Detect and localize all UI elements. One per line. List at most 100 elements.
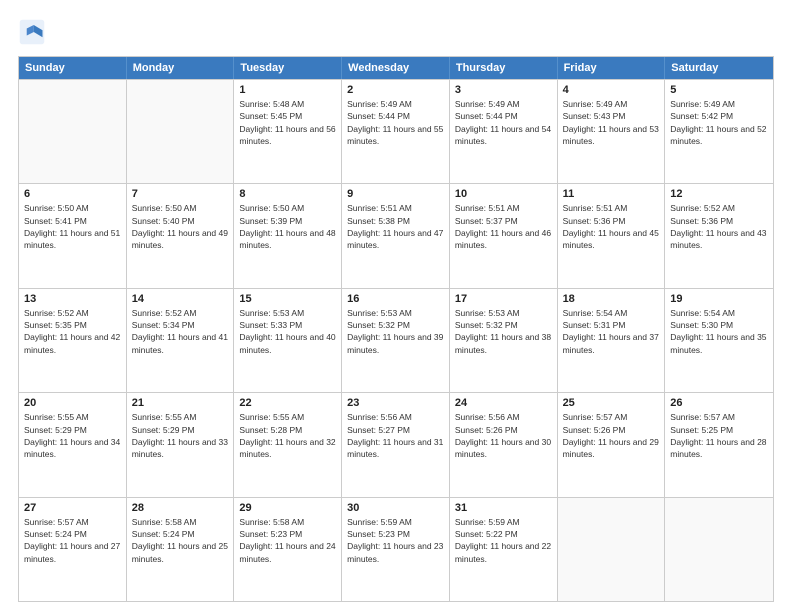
calendar-header: SundayMondayTuesdayWednesdayThursdayFrid… bbox=[19, 57, 773, 79]
sunset: Sunset: 5:37 PM bbox=[455, 216, 518, 226]
sun-info: Sunrise: 5:57 AM Sunset: 5:26 PM Dayligh… bbox=[563, 411, 660, 460]
calendar-cell bbox=[19, 80, 127, 183]
sunset: Sunset: 5:28 PM bbox=[239, 425, 302, 435]
daylight: Daylight: 11 hours and 38 minutes. bbox=[455, 332, 551, 354]
daylight: Daylight: 11 hours and 54 minutes. bbox=[455, 124, 551, 146]
day-number: 10 bbox=[455, 188, 552, 200]
sunrise: Sunrise: 5:58 AM bbox=[239, 517, 304, 527]
weekday-header: Thursday bbox=[450, 57, 558, 79]
sunset: Sunset: 5:36 PM bbox=[563, 216, 626, 226]
sun-info: Sunrise: 5:49 AM Sunset: 5:44 PM Dayligh… bbox=[455, 98, 552, 147]
sun-info: Sunrise: 5:50 AM Sunset: 5:40 PM Dayligh… bbox=[132, 202, 229, 251]
calendar-cell: 22 Sunrise: 5:55 AM Sunset: 5:28 PM Dayl… bbox=[234, 393, 342, 496]
calendar-body: 1 Sunrise: 5:48 AM Sunset: 5:45 PM Dayli… bbox=[19, 79, 773, 601]
sun-info: Sunrise: 5:56 AM Sunset: 5:27 PM Dayligh… bbox=[347, 411, 444, 460]
calendar-cell: 26 Sunrise: 5:57 AM Sunset: 5:25 PM Dayl… bbox=[665, 393, 773, 496]
sunset: Sunset: 5:24 PM bbox=[132, 529, 195, 539]
sun-info: Sunrise: 5:57 AM Sunset: 5:24 PM Dayligh… bbox=[24, 516, 121, 565]
daylight: Daylight: 11 hours and 22 minutes. bbox=[455, 541, 551, 563]
calendar-cell: 23 Sunrise: 5:56 AM Sunset: 5:27 PM Dayl… bbox=[342, 393, 450, 496]
sunrise: Sunrise: 5:52 AM bbox=[132, 308, 197, 318]
sunrise: Sunrise: 5:50 AM bbox=[132, 203, 197, 213]
day-number: 7 bbox=[132, 188, 229, 200]
sunset: Sunset: 5:26 PM bbox=[455, 425, 518, 435]
calendar-cell: 30 Sunrise: 5:59 AM Sunset: 5:23 PM Dayl… bbox=[342, 498, 450, 601]
sunset: Sunset: 5:23 PM bbox=[347, 529, 410, 539]
sun-info: Sunrise: 5:50 AM Sunset: 5:41 PM Dayligh… bbox=[24, 202, 121, 251]
sunset: Sunset: 5:29 PM bbox=[132, 425, 195, 435]
calendar-cell: 20 Sunrise: 5:55 AM Sunset: 5:29 PM Dayl… bbox=[19, 393, 127, 496]
day-number: 21 bbox=[132, 397, 229, 409]
day-number: 6 bbox=[24, 188, 121, 200]
day-number: 23 bbox=[347, 397, 444, 409]
sunset: Sunset: 5:27 PM bbox=[347, 425, 410, 435]
sun-info: Sunrise: 5:56 AM Sunset: 5:26 PM Dayligh… bbox=[455, 411, 552, 460]
logo-icon bbox=[18, 18, 46, 46]
calendar-cell bbox=[665, 498, 773, 601]
day-number: 27 bbox=[24, 502, 121, 514]
logo bbox=[18, 18, 50, 46]
sunrise: Sunrise: 5:56 AM bbox=[455, 412, 520, 422]
sun-info: Sunrise: 5:51 AM Sunset: 5:37 PM Dayligh… bbox=[455, 202, 552, 251]
calendar-cell bbox=[558, 498, 666, 601]
daylight: Daylight: 11 hours and 28 minutes. bbox=[670, 437, 766, 459]
day-number: 12 bbox=[670, 188, 768, 200]
sunset: Sunset: 5:34 PM bbox=[132, 320, 195, 330]
day-number: 24 bbox=[455, 397, 552, 409]
sunset: Sunset: 5:32 PM bbox=[455, 320, 518, 330]
sunrise: Sunrise: 5:50 AM bbox=[24, 203, 89, 213]
sunrise: Sunrise: 5:51 AM bbox=[563, 203, 628, 213]
sun-info: Sunrise: 5:49 AM Sunset: 5:43 PM Dayligh… bbox=[563, 98, 660, 147]
daylight: Daylight: 11 hours and 47 minutes. bbox=[347, 228, 443, 250]
day-number: 4 bbox=[563, 84, 660, 96]
sunset: Sunset: 5:33 PM bbox=[239, 320, 302, 330]
sun-info: Sunrise: 5:49 AM Sunset: 5:44 PM Dayligh… bbox=[347, 98, 444, 147]
day-number: 13 bbox=[24, 293, 121, 305]
calendar-cell: 24 Sunrise: 5:56 AM Sunset: 5:26 PM Dayl… bbox=[450, 393, 558, 496]
sun-info: Sunrise: 5:52 AM Sunset: 5:35 PM Dayligh… bbox=[24, 307, 121, 356]
sunset: Sunset: 5:42 PM bbox=[670, 111, 733, 121]
daylight: Daylight: 11 hours and 31 minutes. bbox=[347, 437, 443, 459]
sun-info: Sunrise: 5:55 AM Sunset: 5:29 PM Dayligh… bbox=[132, 411, 229, 460]
sunset: Sunset: 5:39 PM bbox=[239, 216, 302, 226]
calendar-cell: 8 Sunrise: 5:50 AM Sunset: 5:39 PM Dayli… bbox=[234, 184, 342, 287]
calendar-cell: 29 Sunrise: 5:58 AM Sunset: 5:23 PM Dayl… bbox=[234, 498, 342, 601]
sunrise: Sunrise: 5:49 AM bbox=[563, 99, 628, 109]
calendar-cell: 21 Sunrise: 5:55 AM Sunset: 5:29 PM Dayl… bbox=[127, 393, 235, 496]
sunrise: Sunrise: 5:50 AM bbox=[239, 203, 304, 213]
sunrise: Sunrise: 5:51 AM bbox=[455, 203, 520, 213]
day-number: 2 bbox=[347, 84, 444, 96]
sunrise: Sunrise: 5:49 AM bbox=[455, 99, 520, 109]
sunrise: Sunrise: 5:54 AM bbox=[670, 308, 735, 318]
sunrise: Sunrise: 5:48 AM bbox=[239, 99, 304, 109]
sunset: Sunset: 5:32 PM bbox=[347, 320, 410, 330]
calendar-cell: 19 Sunrise: 5:54 AM Sunset: 5:30 PM Dayl… bbox=[665, 289, 773, 392]
weekday-header: Tuesday bbox=[234, 57, 342, 79]
calendar: SundayMondayTuesdayWednesdayThursdayFrid… bbox=[18, 56, 774, 602]
sunset: Sunset: 5:45 PM bbox=[239, 111, 302, 121]
sun-info: Sunrise: 5:48 AM Sunset: 5:45 PM Dayligh… bbox=[239, 98, 336, 147]
page: SundayMondayTuesdayWednesdayThursdayFrid… bbox=[0, 0, 792, 612]
sunrise: Sunrise: 5:55 AM bbox=[24, 412, 89, 422]
sunrise: Sunrise: 5:52 AM bbox=[670, 203, 735, 213]
calendar-cell: 1 Sunrise: 5:48 AM Sunset: 5:45 PM Dayli… bbox=[234, 80, 342, 183]
daylight: Daylight: 11 hours and 27 minutes. bbox=[24, 541, 120, 563]
daylight: Daylight: 11 hours and 52 minutes. bbox=[670, 124, 766, 146]
sunset: Sunset: 5:30 PM bbox=[670, 320, 733, 330]
daylight: Daylight: 11 hours and 25 minutes. bbox=[132, 541, 228, 563]
sun-info: Sunrise: 5:51 AM Sunset: 5:38 PM Dayligh… bbox=[347, 202, 444, 251]
calendar-cell: 10 Sunrise: 5:51 AM Sunset: 5:37 PM Dayl… bbox=[450, 184, 558, 287]
day-number: 17 bbox=[455, 293, 552, 305]
day-number: 25 bbox=[563, 397, 660, 409]
day-number: 22 bbox=[239, 397, 336, 409]
day-number: 3 bbox=[455, 84, 552, 96]
sunset: Sunset: 5:44 PM bbox=[455, 111, 518, 121]
sunrise: Sunrise: 5:57 AM bbox=[563, 412, 628, 422]
day-number: 28 bbox=[132, 502, 229, 514]
sunrise: Sunrise: 5:54 AM bbox=[563, 308, 628, 318]
day-number: 26 bbox=[670, 397, 768, 409]
day-number: 8 bbox=[239, 188, 336, 200]
sunset: Sunset: 5:22 PM bbox=[455, 529, 518, 539]
calendar-cell: 31 Sunrise: 5:59 AM Sunset: 5:22 PM Dayl… bbox=[450, 498, 558, 601]
day-number: 19 bbox=[670, 293, 768, 305]
